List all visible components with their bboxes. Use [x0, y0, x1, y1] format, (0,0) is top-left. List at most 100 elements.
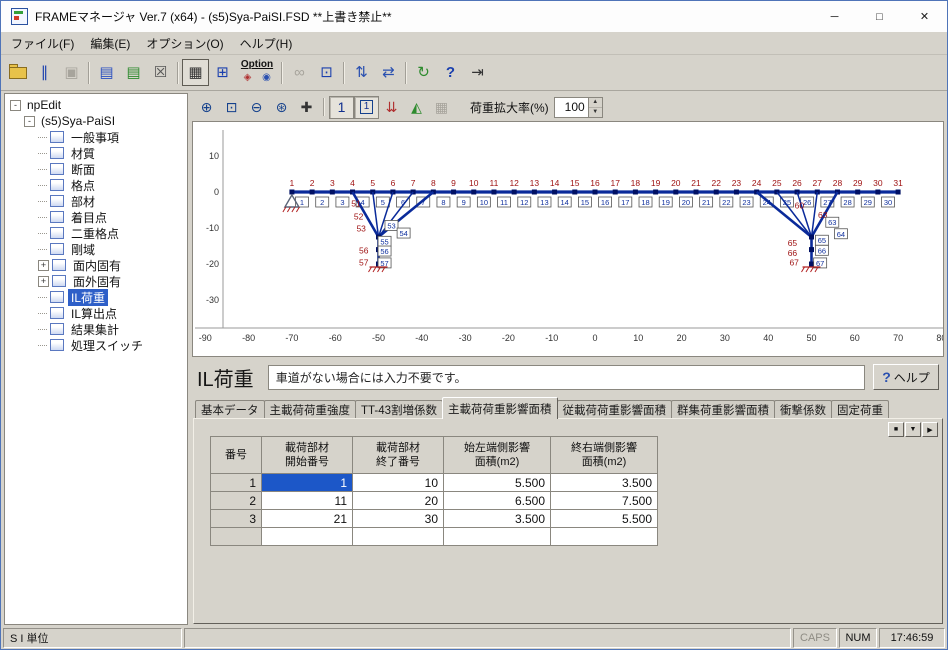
- refresh-icon[interactable]: ↻: [410, 59, 437, 86]
- tree-item-il-load[interactable]: IL荷重: [7, 289, 187, 305]
- table-cell[interactable]: 5.500: [444, 474, 551, 492]
- tab-fixed-load[interactable]: 固定荷重: [831, 400, 889, 418]
- help-button[interactable]: ? ヘルプ: [873, 364, 939, 390]
- zoom-extents-icon[interactable]: ⊛: [269, 96, 294, 119]
- column-header[interactable]: 始左端側影響面積(m2): [444, 437, 551, 474]
- tree-item-outplane-rigid[interactable]: +面外固有: [7, 273, 187, 289]
- help-icon[interactable]: ?: [437, 59, 464, 86]
- close-button[interactable]: ✕: [902, 1, 947, 32]
- minimize-button[interactable]: ─: [812, 1, 857, 32]
- tree-item-label: 一般事項: [68, 129, 122, 146]
- table-cell[interactable]: 3.500: [551, 474, 658, 492]
- column-header[interactable]: 載荷部材開始番号: [262, 437, 353, 474]
- table-cell[interactable]: 11: [262, 492, 353, 510]
- tree-item-cross-section[interactable]: 断面: [7, 161, 187, 177]
- tree-item-general[interactable]: 一般事項: [7, 129, 187, 145]
- table-cell[interactable]: 21: [262, 510, 353, 528]
- open-file-icon[interactable]: [4, 59, 31, 86]
- table-cell[interactable]: 10: [353, 474, 444, 492]
- tree-item-np-edit[interactable]: -npEdit: [7, 97, 187, 113]
- column-header[interactable]: 載荷部材終了番号: [353, 437, 444, 474]
- menu-file[interactable]: ファイル(F): [3, 32, 82, 55]
- tree-item-project[interactable]: -(s5)Sya-PaiSI: [7, 113, 187, 129]
- tree-item-double-node[interactable]: 二重格点: [7, 225, 187, 241]
- grid-nav-stop-icon[interactable]: ■: [888, 422, 904, 437]
- maximize-button[interactable]: □: [857, 1, 902, 32]
- row-header[interactable]: 1: [211, 474, 262, 492]
- table-cell[interactable]: [262, 528, 353, 546]
- delete-icon[interactable]: ☒: [147, 59, 174, 86]
- svg-text:13: 13: [540, 198, 548, 207]
- zoom-window-icon[interactable]: ⊡: [219, 96, 244, 119]
- node-numbers-toggle[interactable]: 1: [329, 96, 354, 119]
- collapse-icon[interactable]: -: [10, 100, 21, 111]
- load-scale-input[interactable]: 100: [555, 98, 588, 117]
- tree-item-watch-point[interactable]: 着目点: [7, 209, 187, 225]
- grid-nav-down-icon[interactable]: ▼: [905, 422, 921, 437]
- collapse-icon[interactable]: -: [24, 116, 35, 127]
- title-bar: FRAMEマネージャ Ver.7 (x64) - (s5)Sya-PaiSI.F…: [1, 1, 947, 32]
- tree-item-il-calc-point[interactable]: IL算出点: [7, 305, 187, 321]
- column-header[interactable]: 番号: [211, 437, 262, 474]
- table-cell[interactable]: [444, 528, 551, 546]
- zoom-in-icon[interactable]: ⊕: [194, 96, 219, 119]
- option-toggle-b-icon[interactable]: ◉: [258, 70, 275, 87]
- menu-edit[interactable]: 編集(E): [82, 32, 138, 55]
- tab-main-load-intensity[interactable]: 主載荷荷重強度: [264, 400, 357, 418]
- table-cell[interactable]: [353, 528, 444, 546]
- tab-crowd-load-area[interactable]: 群集荷重影響面積: [671, 400, 775, 418]
- svg-text:9: 9: [451, 178, 456, 188]
- measure-icon[interactable]: ✚: [294, 96, 319, 119]
- tree-item-label: 二重格点: [68, 225, 122, 242]
- tab-main-load-area[interactable]: 主載荷荷重影響面積: [442, 397, 558, 419]
- tab-sub-load-area[interactable]: 従載荷荷重影響面積: [557, 400, 673, 418]
- table-cell[interactable]: 20: [353, 492, 444, 510]
- zoom-out-icon[interactable]: ⊖: [244, 96, 269, 119]
- tab-basic-data[interactable]: 基本データ: [195, 400, 265, 418]
- expand-icon[interactable]: +: [38, 276, 49, 287]
- data-grid-icon[interactable]: ▦: [182, 59, 209, 86]
- tree-item-process-switch[interactable]: 処理スイッチ: [7, 337, 187, 353]
- table-cell[interactable]: 6.500: [444, 492, 551, 510]
- model-display-icon[interactable]: ◭: [404, 96, 429, 119]
- menu-help[interactable]: ヘルプ(H): [232, 32, 301, 55]
- print-doc-icon[interactable]: ▤: [93, 59, 120, 86]
- exit-icon[interactable]: ⇥: [464, 59, 491, 86]
- report-doc-icon[interactable]: ▤: [120, 59, 147, 86]
- row-header[interactable]: 3: [211, 510, 262, 528]
- table-cell[interactable]: 7.500: [551, 492, 658, 510]
- monitor-icon[interactable]: ⊡: [313, 59, 340, 86]
- table-cell[interactable]: [551, 528, 658, 546]
- calculator-icon[interactable]: ⊞: [209, 59, 236, 86]
- table-cell[interactable]: 1: [262, 474, 353, 492]
- load-scale-spinner[interactable]: 100▲▼: [554, 97, 603, 118]
- menu-option[interactable]: オプション(O): [138, 32, 231, 55]
- tree-item-inplane-rigid[interactable]: +面内固有: [7, 257, 187, 273]
- row-header[interactable]: 2: [211, 492, 262, 510]
- column-header[interactable]: 終右端側影響面積(m2): [551, 437, 658, 474]
- spin-down-icon[interactable]: ▼: [589, 108, 602, 117]
- leftright-icon[interactable]: ⇄: [375, 59, 402, 86]
- frame-diagram-canvas[interactable]: 100-10-20-30-90-80-70-60-50-40-30-20-100…: [192, 121, 944, 357]
- grid-nav-next-icon[interactable]: ▶: [922, 422, 938, 437]
- spin-up-icon[interactable]: ▲: [589, 98, 602, 108]
- table-cell[interactable]: 5.500: [551, 510, 658, 528]
- tree-item-material[interactable]: 材質: [7, 145, 187, 161]
- member-numbers-toggle[interactable]: 1: [354, 96, 379, 119]
- load-display-icon[interactable]: ⇊: [379, 96, 404, 119]
- tree-item-result-summary[interactable]: 結果集計: [7, 321, 187, 337]
- row-header[interactable]: [211, 528, 262, 546]
- tree-item-rigid-zone[interactable]: 剛域: [7, 241, 187, 257]
- option-toggle-a-icon[interactable]: ◈: [239, 70, 256, 87]
- svg-text:63: 63: [828, 218, 836, 227]
- expand-icon[interactable]: +: [38, 260, 49, 271]
- svg-text:30: 30: [873, 178, 883, 188]
- table-cell[interactable]: 30: [353, 510, 444, 528]
- tab-impact-factor[interactable]: 衝撃係数: [774, 400, 832, 418]
- tree-item-node[interactable]: 格点: [7, 177, 187, 193]
- updown-icon[interactable]: ⇅: [348, 59, 375, 86]
- tree-item-member[interactable]: 部材: [7, 193, 187, 209]
- tab-tt43-factor[interactable]: TT-43割増係数: [355, 400, 443, 418]
- table-cell[interactable]: 3.500: [444, 510, 551, 528]
- pause-icon[interactable]: ∥: [31, 59, 58, 86]
